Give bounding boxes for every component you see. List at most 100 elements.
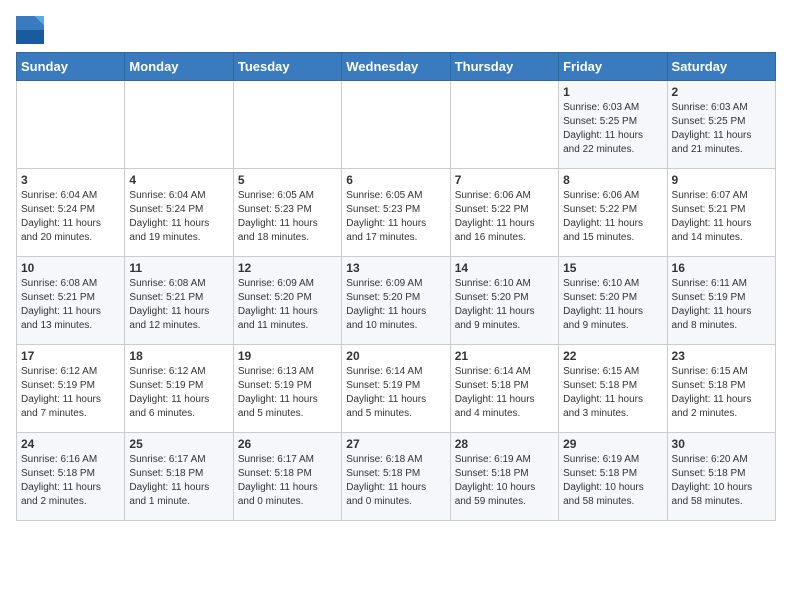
day-cell-4: 4 Sunrise: 6:04 AM Sunset: 5:24 PM Daylig… bbox=[125, 169, 233, 257]
weekday-header-thursday: Thursday bbox=[450, 53, 558, 81]
calendar-table: SundayMondayTuesdayWednesdayThursdayFrid… bbox=[16, 52, 776, 521]
day-info: Sunrise: 6:16 AM Sunset: 5:18 PM Dayligh… bbox=[21, 453, 120, 509]
weekday-header-row: SundayMondayTuesdayWednesdayThursdayFrid… bbox=[17, 53, 776, 81]
day-cell-27: 27 Sunrise: 6:18 AM Sunset: 5:18 PM Dayli… bbox=[342, 433, 450, 521]
day-info: Sunrise: 6:17 AM Sunset: 5:18 PM Dayligh… bbox=[238, 453, 337, 509]
empty-cell bbox=[125, 81, 233, 169]
day-info: Sunrise: 6:06 AM Sunset: 5:22 PM Dayligh… bbox=[455, 189, 554, 245]
day-cell-18: 18 Sunrise: 6:12 AM Sunset: 5:19 PM Dayli… bbox=[125, 345, 233, 433]
weekday-header-sunday: Sunday bbox=[17, 53, 125, 81]
day-number: 27 bbox=[346, 437, 445, 451]
day-cell-12: 12 Sunrise: 6:09 AM Sunset: 5:20 PM Dayli… bbox=[233, 257, 341, 345]
day-info: Sunrise: 6:15 AM Sunset: 5:18 PM Dayligh… bbox=[563, 365, 662, 421]
day-number: 4 bbox=[129, 173, 228, 187]
week-row-5: 24 Sunrise: 6:16 AM Sunset: 5:18 PM Dayli… bbox=[17, 433, 776, 521]
empty-cell bbox=[450, 81, 558, 169]
day-number: 15 bbox=[563, 261, 662, 275]
day-cell-25: 25Sunrise: 6:17 AM Sunset: 5:18 PM Dayli… bbox=[125, 433, 233, 521]
day-number: 14 bbox=[455, 261, 554, 275]
weekday-header-monday: Monday bbox=[125, 53, 233, 81]
day-number: 29 bbox=[563, 437, 662, 451]
day-cell-16: 16Sunrise: 6:11 AM Sunset: 5:19 PM Dayli… bbox=[667, 257, 775, 345]
weekday-header-tuesday: Tuesday bbox=[233, 53, 341, 81]
day-info: Sunrise: 6:03 AM Sunset: 5:25 PM Dayligh… bbox=[563, 101, 662, 157]
weekday-header-wednesday: Wednesday bbox=[342, 53, 450, 81]
day-number: 19 bbox=[238, 349, 337, 363]
day-info: Sunrise: 6:19 AM Sunset: 5:18 PM Dayligh… bbox=[563, 453, 662, 509]
day-info: Sunrise: 6:08 AM Sunset: 5:21 PM Dayligh… bbox=[129, 277, 228, 333]
day-cell-26: 26 Sunrise: 6:17 AM Sunset: 5:18 PM Dayli… bbox=[233, 433, 341, 521]
day-number: 10 bbox=[21, 261, 120, 275]
day-number: 7 bbox=[455, 173, 554, 187]
day-number: 11 bbox=[129, 261, 228, 275]
weekday-header-saturday: Saturday bbox=[667, 53, 775, 81]
day-info: Sunrise: 6:04 AM Sunset: 5:24 PM Dayligh… bbox=[129, 189, 228, 245]
day-cell-22: 22 Sunrise: 6:15 AM Sunset: 5:18 PM Dayli… bbox=[559, 345, 667, 433]
day-info: Sunrise: 6:14 AM Sunset: 5:18 PM Dayligh… bbox=[455, 365, 554, 421]
day-info: Sunrise: 6:10 AM Sunset: 5:20 PM Dayligh… bbox=[455, 277, 554, 333]
day-cell-8: 8 Sunrise: 6:06 AM Sunset: 5:22 PM Daylig… bbox=[559, 169, 667, 257]
day-info: Sunrise: 6:03 AM Sunset: 5:25 PM Dayligh… bbox=[672, 101, 771, 157]
day-cell-20: 20 Sunrise: 6:14 AM Sunset: 5:19 PM Dayli… bbox=[342, 345, 450, 433]
day-number: 23 bbox=[672, 349, 771, 363]
day-number: 18 bbox=[129, 349, 228, 363]
empty-cell bbox=[233, 81, 341, 169]
logo-icon bbox=[16, 16, 44, 44]
day-info: Sunrise: 6:05 AM Sunset: 5:23 PM Dayligh… bbox=[238, 189, 337, 245]
day-info: Sunrise: 6:17 AM Sunset: 5:18 PM Dayligh… bbox=[129, 453, 228, 509]
day-info: Sunrise: 6:05 AM Sunset: 5:23 PM Dayligh… bbox=[346, 189, 445, 245]
logo bbox=[16, 16, 48, 44]
week-row-4: 17 Sunrise: 6:12 AM Sunset: 5:19 PM Dayli… bbox=[17, 345, 776, 433]
day-number: 30 bbox=[672, 437, 771, 451]
day-info: Sunrise: 6:19 AM Sunset: 5:18 PM Dayligh… bbox=[455, 453, 554, 509]
day-cell-2: 2 Sunrise: 6:03 AM Sunset: 5:25 PM Daylig… bbox=[667, 81, 775, 169]
day-cell-3: 3Sunrise: 6:04 AM Sunset: 5:24 PM Daylig… bbox=[17, 169, 125, 257]
day-number: 12 bbox=[238, 261, 337, 275]
day-info: Sunrise: 6:15 AM Sunset: 5:18 PM Dayligh… bbox=[672, 365, 771, 421]
day-number: 24 bbox=[21, 437, 120, 451]
day-number: 2 bbox=[672, 85, 771, 99]
day-cell-28: 28 Sunrise: 6:19 AM Sunset: 5:18 PM Dayli… bbox=[450, 433, 558, 521]
day-number: 21 bbox=[455, 349, 554, 363]
day-number: 8 bbox=[563, 173, 662, 187]
day-info: Sunrise: 6:20 AM Sunset: 5:18 PM Dayligh… bbox=[672, 453, 771, 509]
day-cell-17: 17 Sunrise: 6:12 AM Sunset: 5:19 PM Dayli… bbox=[17, 345, 125, 433]
week-row-1: 1Sunrise: 6:03 AM Sunset: 5:25 PM Daylig… bbox=[17, 81, 776, 169]
page-header bbox=[16, 16, 776, 44]
day-info: Sunrise: 6:06 AM Sunset: 5:22 PM Dayligh… bbox=[563, 189, 662, 245]
day-number: 26 bbox=[238, 437, 337, 451]
day-number: 20 bbox=[346, 349, 445, 363]
day-info: Sunrise: 6:12 AM Sunset: 5:19 PM Dayligh… bbox=[129, 365, 228, 421]
day-cell-21: 21 Sunrise: 6:14 AM Sunset: 5:18 PM Dayli… bbox=[450, 345, 558, 433]
day-number: 5 bbox=[238, 173, 337, 187]
week-row-3: 10 Sunrise: 6:08 AM Sunset: 5:21 PM Dayli… bbox=[17, 257, 776, 345]
day-info: Sunrise: 6:09 AM Sunset: 5:20 PM Dayligh… bbox=[346, 277, 445, 333]
day-info: Sunrise: 6:10 AM Sunset: 5:20 PM Dayligh… bbox=[563, 277, 662, 333]
day-cell-9: 9Sunrise: 6:07 AM Sunset: 5:21 PM Daylig… bbox=[667, 169, 775, 257]
day-number: 6 bbox=[346, 173, 445, 187]
day-info: Sunrise: 6:14 AM Sunset: 5:19 PM Dayligh… bbox=[346, 365, 445, 421]
day-cell-13: 13 Sunrise: 6:09 AM Sunset: 5:20 PM Dayli… bbox=[342, 257, 450, 345]
day-number: 13 bbox=[346, 261, 445, 275]
day-cell-19: 19Sunrise: 6:13 AM Sunset: 5:19 PM Dayli… bbox=[233, 345, 341, 433]
day-info: Sunrise: 6:07 AM Sunset: 5:21 PM Dayligh… bbox=[672, 189, 771, 245]
day-cell-24: 24 Sunrise: 6:16 AM Sunset: 5:18 PM Dayli… bbox=[17, 433, 125, 521]
day-cell-14: 14 Sunrise: 6:10 AM Sunset: 5:20 PM Dayli… bbox=[450, 257, 558, 345]
day-number: 28 bbox=[455, 437, 554, 451]
day-info: Sunrise: 6:12 AM Sunset: 5:19 PM Dayligh… bbox=[21, 365, 120, 421]
day-info: Sunrise: 6:08 AM Sunset: 5:21 PM Dayligh… bbox=[21, 277, 120, 333]
day-number: 16 bbox=[672, 261, 771, 275]
day-info: Sunrise: 6:18 AM Sunset: 5:18 PM Dayligh… bbox=[346, 453, 445, 509]
day-number: 17 bbox=[21, 349, 120, 363]
day-cell-23: 23 Sunrise: 6:15 AM Sunset: 5:18 PM Dayli… bbox=[667, 345, 775, 433]
day-number: 22 bbox=[563, 349, 662, 363]
empty-cell bbox=[342, 81, 450, 169]
day-cell-11: 11 Sunrise: 6:08 AM Sunset: 5:21 PM Dayli… bbox=[125, 257, 233, 345]
day-cell-15: 15 Sunrise: 6:10 AM Sunset: 5:20 PM Dayli… bbox=[559, 257, 667, 345]
day-cell-30: 30 Sunrise: 6:20 AM Sunset: 5:18 PM Dayli… bbox=[667, 433, 775, 521]
day-cell-10: 10 Sunrise: 6:08 AM Sunset: 5:21 PM Dayli… bbox=[17, 257, 125, 345]
day-cell-7: 7 Sunrise: 6:06 AM Sunset: 5:22 PM Daylig… bbox=[450, 169, 558, 257]
day-cell-29: 29 Sunrise: 6:19 AM Sunset: 5:18 PM Dayli… bbox=[559, 433, 667, 521]
day-info: Sunrise: 6:09 AM Sunset: 5:20 PM Dayligh… bbox=[238, 277, 337, 333]
day-number: 3 bbox=[21, 173, 120, 187]
